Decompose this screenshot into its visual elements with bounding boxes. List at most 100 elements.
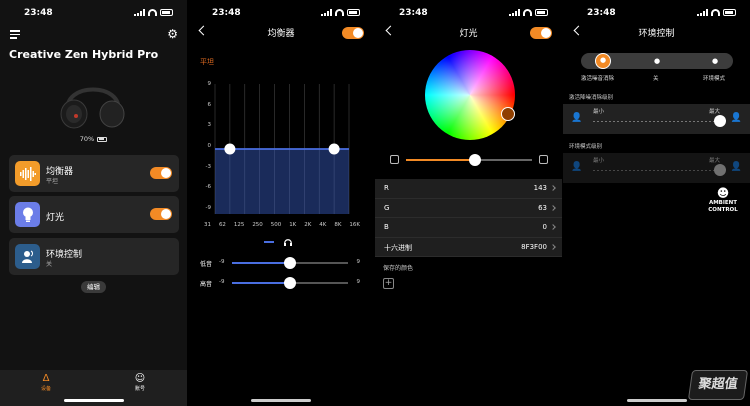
anc-level-title: 激活降噪消除级别 [569, 95, 614, 101]
equalizer-screen: 23:48 均衡器 平坦 9 6 3 0 -3 -6 -9 31 62 125 250 500 1K 2… [188, 0, 374, 406]
color-row[interactable]: G 63 [375, 199, 562, 218]
eq-band-label: 125 [233, 222, 245, 228]
brightness-knob[interactable] [469, 154, 482, 166]
color-row-value: 8F3F00 [521, 242, 547, 251]
battery-icon [347, 9, 360, 16]
color-row-label: B [384, 223, 389, 231]
equalizer-toggle[interactable] [342, 27, 364, 39]
mode-label: 激活噪音消除 [581, 76, 615, 82]
wifi-icon [523, 9, 532, 16]
eq-band-label: 31 [204, 222, 211, 228]
mode-label: 关 [653, 76, 659, 82]
card-sublabel: 平坦 [46, 178, 59, 185]
color-row[interactable]: B0 [375, 218, 562, 238]
eq-band-label: 500 [270, 222, 282, 228]
add-color-button[interactable]: + [383, 278, 394, 289]
brightness-slider[interactable] [390, 154, 548, 166]
min-label: 最小 [593, 109, 605, 115]
status-bar: 23:48 [563, 8, 750, 20]
gear-icon[interactable]: ⚙ [167, 27, 178, 41]
eq-band-label: 2K [304, 222, 312, 228]
mode-off-button[interactable]: ● [651, 55, 663, 67]
card-equalizer[interactable]: 均衡器 平坦 [9, 155, 179, 192]
person-icon: 👤 [571, 162, 583, 172]
color-row-value: 143 [533, 184, 547, 192]
mode-label: 环境模式 [703, 76, 726, 82]
ambient-level-slider[interactable]: 👤 最小 最大 👤 [563, 153, 750, 183]
max-label: 最大 [708, 158, 720, 164]
status-bar: 23:48 [0, 8, 187, 20]
wifi-icon [711, 9, 720, 16]
ambient-level-knob[interactable] [714, 164, 726, 176]
eq-preset-label: 平坦 [200, 58, 214, 66]
mode-segmented-control[interactable]: ● ● ● [581, 53, 733, 69]
card-ambient-control[interactable]: 环境控制 关 [9, 238, 179, 275]
ambient-control-screen: 23:48 环境控制 ● ● ● 激活噪音消除 关 环境模式 激活降噪消除级别 … [563, 0, 750, 406]
status-time: 23:48 [24, 8, 53, 18]
lighting-toggle[interactable] [530, 27, 552, 39]
battery-icon [535, 9, 548, 16]
battery-level: 70% [0, 135, 187, 143]
lighting-toggle[interactable] [150, 208, 172, 220]
card-lighting[interactable]: 灯光 [9, 196, 179, 233]
color-wheel[interactable] [425, 50, 515, 140]
edit-button[interactable]: 编辑 [81, 281, 106, 293]
max-label: 最大 [708, 109, 720, 115]
bass-min: -9 [219, 259, 225, 265]
bass-knob[interactable] [284, 257, 296, 269]
status-time: 23:48 [212, 8, 241, 18]
ambient-level-title: 环境模式级别 [569, 144, 603, 150]
anc-level-slider[interactable]: 👤 最小 最大 👤 [563, 104, 750, 134]
color-row-label: G [384, 203, 390, 212]
saved-colors-title: 保存的颜色 [383, 265, 414, 272]
eq-band-handle[interactable] [328, 143, 340, 155]
eq-y-tick: -6 [205, 184, 211, 191]
home-indicator [626, 399, 687, 402]
battery-icon [723, 9, 736, 16]
home-screen: 23:48 ⚙ Creative Zen Hybrid Pro 70% 均衡器 … [0, 0, 187, 406]
equalizer-toggle[interactable] [150, 167, 172, 179]
tab-account[interactable]: ☺ 账号 [120, 373, 160, 392]
min-label: 最小 [593, 158, 605, 164]
color-row[interactable]: R 143 [375, 179, 562, 199]
eq-area [215, 149, 349, 214]
eq-band-label: 62 [218, 222, 226, 228]
lighting-screen: 23:48 灯光 R 143 G 63 B 0 十六进制 8F3F00 保存的颜色 + [375, 0, 562, 406]
tab-device[interactable]: Δ 设备 [26, 373, 66, 392]
tab-label: 账号 [134, 386, 145, 392]
battery-icon [160, 9, 173, 16]
brightness-low-icon [390, 155, 399, 164]
home-indicator [251, 399, 311, 402]
wifi-icon [148, 9, 157, 16]
mode-anc-button[interactable]: ● [595, 53, 611, 69]
menu-icon[interactable] [10, 30, 20, 41]
treble-slider[interactable]: 高音 -9 9 [200, 277, 360, 289]
nav-bar: 环境控制 [563, 24, 750, 42]
chevron-right-icon [550, 185, 556, 191]
bass-max: 9 [356, 259, 361, 265]
eq-y-tick: 0 [207, 143, 212, 149]
eq-band-label: 250 [252, 222, 263, 228]
tab-bar: Δ 设备 ☺ 账号 [0, 370, 187, 406]
treble-knob[interactable] [284, 277, 296, 289]
eq-band-handle[interactable] [224, 143, 236, 155]
ambient-control-badge[interactable]: ☻ AMBIENT CONTROL [703, 186, 743, 214]
brightness-high-icon [539, 155, 548, 164]
page-title: 环境控制 [638, 29, 675, 39]
status-bar: 23:48 [375, 8, 562, 20]
home-indicator [63, 399, 124, 402]
headphone-image [60, 87, 125, 129]
bass-label: 低音 [200, 261, 213, 268]
nav-bar: 均衡器 [188, 24, 374, 42]
bass-slider[interactable]: 低音 -9 9 [200, 257, 360, 269]
chevron-right-icon [550, 243, 556, 250]
lightbulb-icon [15, 202, 40, 227]
color-row[interactable]: 十六进制 8F3F00 [375, 238, 562, 257]
eq-graph[interactable] [212, 84, 352, 214]
color-value-list: R 143 G 63 B 0 十六进制 8F3F00 [375, 179, 562, 257]
eq-x-axis: 31 62 125 250 500 1K 2K 4K 8K 16K [204, 222, 360, 228]
color-wheel-handle[interactable] [501, 107, 515, 121]
anc-level-knob[interactable] [714, 115, 726, 127]
color-row-label: 十六进制 [384, 243, 412, 252]
mode-ambient-button[interactable]: ● [709, 55, 721, 67]
